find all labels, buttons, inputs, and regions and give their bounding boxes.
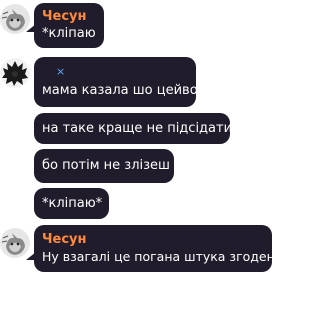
message-bubble[interactable]: Чесун *кліпаю [34,3,104,48]
message-bubble[interactable]: на таке краще не підсідати [34,113,233,144]
message-text: на таке краще не підсідати [42,121,233,136]
message-bubble[interactable]: Чесун Ну взагалі це погана штука згоден [34,225,275,272]
sender-name[interactable]: Чесун [42,231,264,248]
message-text: *кліпаю [42,26,96,41]
message-text: бо потім не злізеш [42,158,170,173]
message-text: Ну взагалі це погана штука згоден [42,249,275,264]
chat-log: Чесун *кліпаю × мама казала шо цейво на … [0,0,275,320]
sender-name[interactable]: Чесун [42,8,96,25]
dark-fluffy-avatar[interactable] [0,58,30,88]
message-bubble[interactable]: бо потім не злізеш [34,149,174,183]
message-bubble[interactable]: *кліпаю* [34,188,109,219]
close-icon[interactable]: × [56,66,65,77]
message-bubble[interactable]: × мама казала шо цейво [34,57,198,107]
message-text: *кліпаю* [42,196,103,211]
message-text: мама казала шо цейво [42,83,198,98]
